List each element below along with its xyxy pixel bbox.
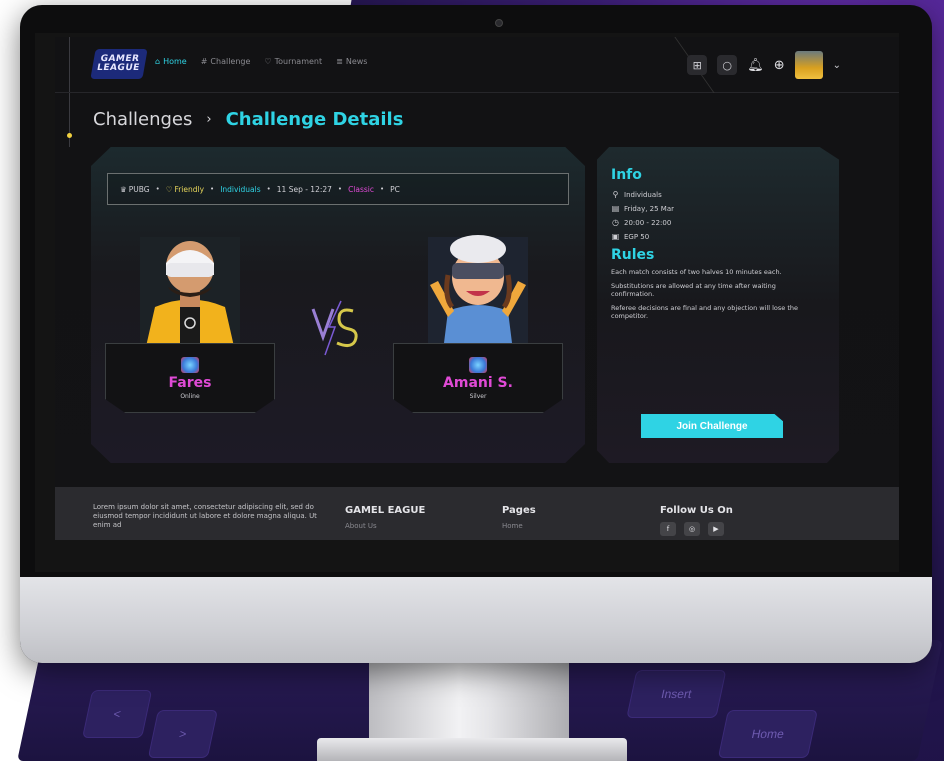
footer-col-brand: GAMEL EAGUE About Us: [345, 505, 425, 530]
player-panel: Fares Online: [105, 343, 275, 413]
chevron-down-icon[interactable]: ⌄: [833, 60, 841, 71]
nav-news[interactable]: ≣ News: [336, 57, 367, 66]
tag-game: ♛ PUBG: [120, 184, 150, 194]
top-navbar: GAMER LEAGUE ⌂ Home # Challenge ♡ Tourna…: [55, 37, 899, 93]
logo-line2: LEAGUE: [96, 63, 141, 73]
nav-news-label: News: [345, 57, 368, 66]
breadcrumb-challenges[interactable]: Challenges: [93, 109, 192, 130]
nav-challenge[interactable]: # Challenge: [201, 57, 251, 66]
money-icon: ▣: [611, 232, 620, 241]
player-amani: Amani S. Silver: [393, 227, 563, 457]
breadcrumb: Challenges › Challenge Details: [93, 109, 403, 130]
nav-home[interactable]: ⌂ Home: [155, 57, 187, 66]
trophy-icon: ♡: [264, 57, 272, 66]
key-insert: Insert: [626, 670, 727, 718]
monitor-stand-neck: [369, 663, 569, 741]
globe-icon[interactable]: ⊕: [774, 58, 785, 73]
social-links: f ◎ ▶: [660, 522, 733, 536]
player-status: Online: [180, 392, 200, 400]
tag-platform: PC: [390, 184, 400, 194]
breadcrumb-separator: ›: [206, 112, 212, 127]
home-icon: ⌂: [155, 57, 161, 66]
tag-type: ♡ Friendly: [165, 184, 205, 194]
footer-brand-title: GAMEL EAGUE: [345, 505, 426, 516]
cart-icon: ⊞: [692, 58, 702, 72]
youtube-icon[interactable]: ▶: [708, 522, 724, 536]
bell-icon[interactable]: 🔔︎: [747, 58, 764, 73]
rule-item: Substitutions are allowed at any time af…: [611, 282, 776, 298]
info-fee: ▣ EGP 50: [611, 232, 650, 241]
dot-separator: •: [380, 185, 385, 193]
rank-badge-icon: [181, 356, 199, 373]
player-fares: Fares Online: [105, 227, 275, 457]
footer-col-pages: Pages Home: [502, 505, 536, 530]
tag-mode: Individuals: [220, 184, 261, 194]
monitor-stand-base: [317, 738, 627, 761]
dot-separator: •: [337, 185, 343, 193]
nav-tournament-label: Tournament: [274, 57, 323, 66]
footer-link-home[interactable]: Home: [502, 522, 536, 530]
trophy-icon: ♡: [165, 184, 173, 194]
search-icon: ○: [722, 58, 732, 72]
info-participants: ⚲ Individuals: [612, 190, 662, 199]
info-card: Info ⚲ Individuals ▤ Friday, 25 Mar ◷ 20…: [597, 147, 839, 463]
vs-emblem: [311, 300, 358, 356]
join-challenge-button[interactable]: Join Challenge: [641, 414, 783, 438]
webcam-icon: [495, 19, 503, 27]
user-icon: ⚲: [612, 190, 619, 199]
facebook-icon[interactable]: f: [660, 522, 676, 536]
monitor-chin: [20, 577, 932, 663]
player-name: Fares: [168, 374, 212, 391]
game-icon: ♛: [120, 184, 127, 194]
challenge-tags: ♛ PUBG • ♡ Friendly • Individuals • 11 Sep…: [107, 173, 569, 205]
player-panel: Amani S. Silver: [393, 343, 563, 413]
nav-home-label: Home: [163, 57, 187, 66]
dot-separator: •: [210, 185, 215, 193]
player-avatar-3d: [140, 237, 240, 351]
hash-icon: #: [200, 57, 208, 66]
footer-social-title: Follow Us On: [660, 505, 733, 516]
footer-pages-title: Pages: [502, 505, 536, 516]
footer-link-about[interactable]: About Us: [345, 522, 425, 530]
decorative-dot: [67, 133, 72, 138]
screen-bottom: [55, 540, 899, 572]
calendar-icon: ▤: [611, 204, 620, 213]
dot-separator: •: [155, 185, 160, 193]
player-status: Silver: [469, 392, 487, 400]
tag-map: Classic: [348, 184, 375, 194]
avatar[interactable]: [794, 51, 823, 79]
nav-challenge-label: Challenge: [210, 57, 251, 66]
key-right: >: [147, 710, 218, 758]
news-icon: ≣: [336, 57, 343, 66]
info-title: Info: [611, 167, 642, 183]
rank-badge-icon: [469, 356, 487, 373]
info-time: ◷ 20:00 - 22:00: [612, 218, 672, 227]
dot-separator: •: [266, 185, 271, 193]
info-date: ▤ Friday, 25 Mar: [611, 204, 675, 213]
clock-icon: ◷: [612, 218, 619, 227]
cart-button[interactable]: ⊞: [687, 55, 708, 75]
page-title: Challenge Details: [225, 109, 404, 130]
nav-tournament[interactable]: ♡ Tournament: [264, 57, 322, 66]
footer-col-social: Follow Us On f ◎ ▶: [660, 505, 733, 536]
footer-about-text: Lorem ipsum dolor sit amet, consectetur …: [93, 503, 317, 529]
gamer-league-logo[interactable]: GAMER LEAGUE: [90, 49, 148, 79]
header-actions: ⊞ ○ 🔔︎ ⊕ ⌄: [687, 51, 841, 79]
screen: GAMER LEAGUE ⌂ Home # Challenge ♡ Tourna…: [35, 33, 899, 572]
main-nav: ⌂ Home # Challenge ♡ Tournament ≣ News: [155, 57, 367, 66]
challenge-details-page: GAMER LEAGUE ⌂ Home # Challenge ♡ Tourna…: [55, 37, 899, 572]
key-left: <: [82, 690, 153, 738]
rule-item: Each match consists of two halves 10 min…: [611, 268, 782, 276]
challenge-card: ♛ PUBG • ♡ Friendly • Individuals • 11 Sep…: [91, 147, 585, 463]
key-home: Home: [717, 710, 818, 758]
instagram-icon[interactable]: ◎: [684, 522, 700, 536]
player-avatar-3d: [428, 235, 528, 351]
tag-datetime: 11 Sep - 12:27: [276, 184, 332, 194]
player-name: Amani S.: [443, 374, 513, 391]
search-button[interactable]: ○: [717, 55, 738, 75]
rules-title: Rules: [611, 247, 655, 263]
rule-item: Referee decisions are final and any obje…: [611, 304, 799, 320]
